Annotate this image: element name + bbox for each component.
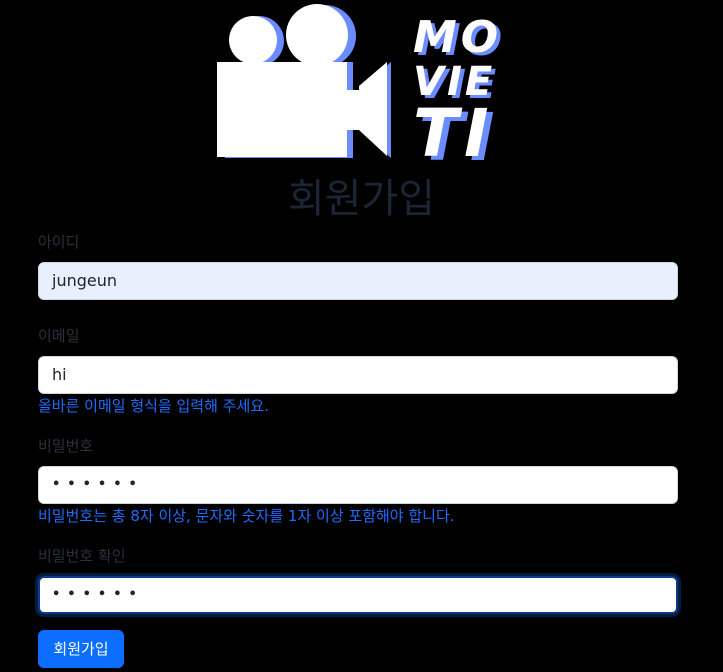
username-input[interactable]: jungeun (38, 262, 678, 300)
signup-page: MO MO VIE VIE TI TI 회원가입 아이디 jungeun 이메일… (0, 0, 723, 672)
logo-wordmark: MO MO VIE VIE TI TI (413, 12, 502, 165)
username-label: 아이디 (38, 233, 80, 251)
password-confirm-label: 비밀번호 확인 (38, 547, 126, 565)
password-error-text: 비밀번호는 총 8자 이상, 문자와 숫자를 1자 이상 포함해야 합니다. (38, 507, 455, 525)
password-confirm-input[interactable]: •••••• (38, 576, 678, 614)
camera-icon (217, 4, 391, 158)
logo-text-ti-front: TI (413, 95, 495, 165)
movieti-logo: MO MO VIE VIE TI TI (217, 4, 502, 165)
password-input[interactable]: •••••• (38, 466, 678, 504)
password-label: 비밀번호 (38, 437, 94, 455)
email-error-text: 올바른 이메일 형식을 입력해 주세요. (38, 397, 269, 415)
page-title: 회원가입 (287, 176, 436, 222)
email-label: 이메일 (38, 327, 80, 345)
signup-submit-button[interactable]: 회원가입 (38, 630, 124, 668)
email-input[interactable]: hi (38, 356, 678, 394)
logo-text-mo-front: MO (413, 12, 502, 63)
